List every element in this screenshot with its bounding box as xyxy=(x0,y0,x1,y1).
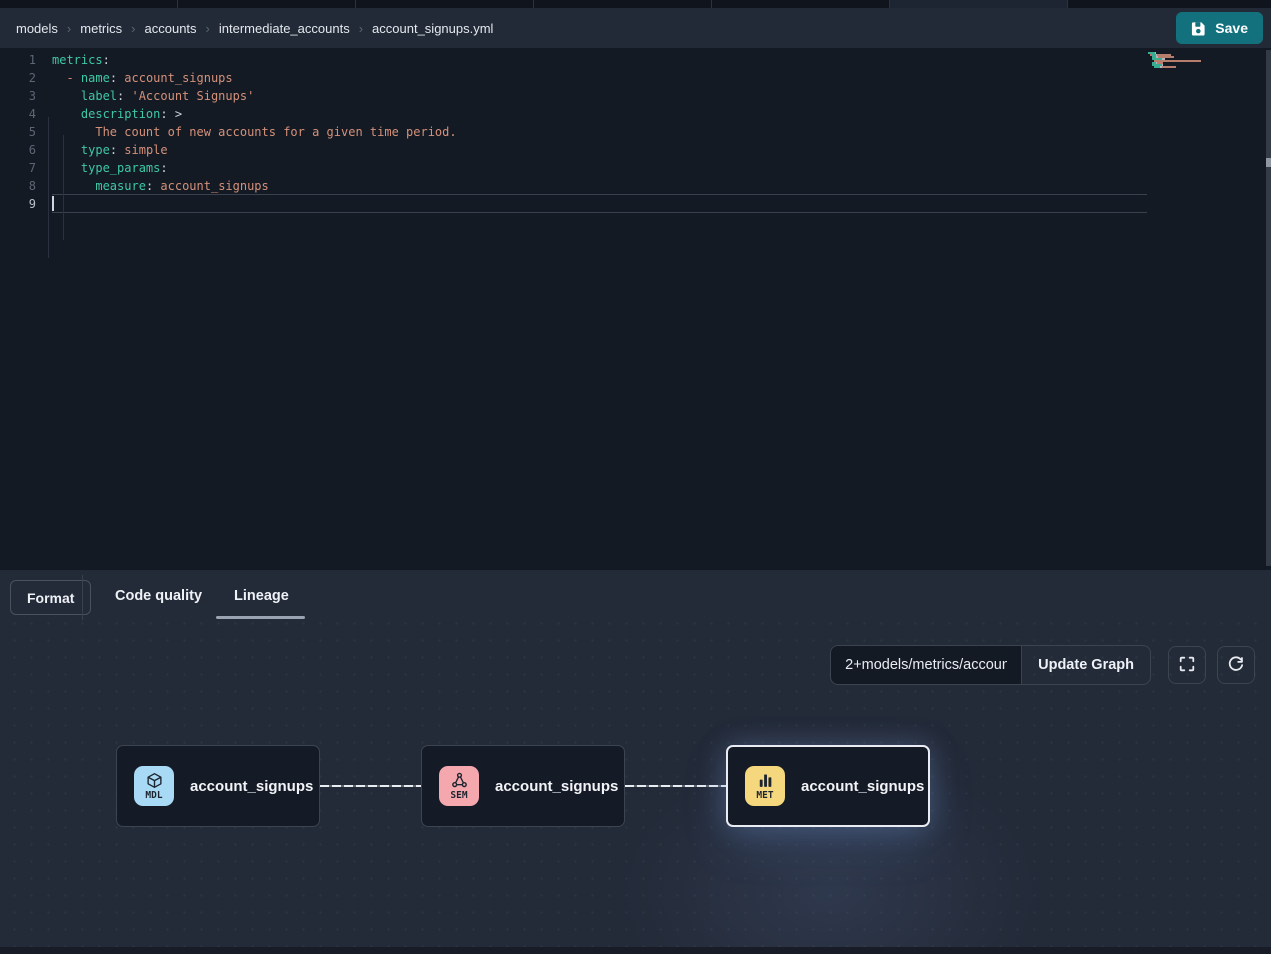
code-line[interactable]: 9 xyxy=(0,195,1271,213)
line-number: 6 xyxy=(0,141,36,159)
code-line[interactable]: 6 type: simple xyxy=(0,141,1271,159)
code-editor[interactable]: 1metrics:2 - name: account_signups3 labe… xyxy=(0,48,1271,570)
update-graph-button[interactable]: Update Graph xyxy=(1021,645,1151,685)
lineage-controls: Update Graph xyxy=(830,645,1255,685)
bottom-edge-strip xyxy=(0,947,1271,954)
save-button[interactable]: Save xyxy=(1176,12,1263,44)
node-label: account_signups xyxy=(190,778,313,795)
refresh-button[interactable] xyxy=(1217,646,1255,684)
indent-guide xyxy=(63,135,64,240)
line-number: 2 xyxy=(0,69,36,87)
code-text: type_params: xyxy=(36,159,168,177)
top-tab-strip xyxy=(0,0,1271,8)
top-tab-segment[interactable] xyxy=(0,0,178,8)
code-text: - name: account_signups xyxy=(36,69,233,87)
tab-code-quality[interactable]: Code quality xyxy=(115,570,202,622)
line-number: 3 xyxy=(0,87,36,105)
sem-badge: SEM xyxy=(439,766,479,806)
badge-label: SEM xyxy=(450,790,467,801)
lineage-node-met[interactable]: MET account_signups xyxy=(726,745,930,827)
code-text: measure: account_signups xyxy=(36,177,269,195)
breadcrumb-item[interactable]: models xyxy=(16,21,58,36)
scrollbar[interactable] xyxy=(1266,50,1271,566)
code-line[interactable]: 7 type_params: xyxy=(0,159,1271,177)
code-line[interactable]: 4 description: > xyxy=(0,105,1271,123)
lineage-edge xyxy=(320,785,422,787)
code-line[interactable]: 8 measure: account_signups xyxy=(0,177,1271,195)
save-button-label: Save xyxy=(1215,20,1248,36)
node-label: account_signups xyxy=(495,778,618,795)
breadcrumb: models › metrics › accounts › intermediate_acc… xyxy=(16,21,493,36)
code-line[interactable]: 3 label: 'Account Signups' xyxy=(0,87,1271,105)
top-tab-segment[interactable] xyxy=(178,0,356,8)
minimap-line xyxy=(1148,68,1210,70)
code-line[interactable]: 2 - name: account_signups xyxy=(0,69,1271,87)
breadcrumb-separator-icon: › xyxy=(131,21,135,36)
breadcrumb-separator-icon: › xyxy=(206,21,210,36)
breadcrumb-separator-icon: › xyxy=(359,21,363,36)
panel-tabs: Code quality Lineage xyxy=(115,570,289,622)
code-text: The count of new accounts for a given ti… xyxy=(36,123,457,141)
text-cursor xyxy=(52,196,54,211)
breadcrumb-item[interactable]: account_signups.yml xyxy=(372,21,493,36)
floppy-disk-icon xyxy=(1191,21,1206,36)
line-number: 5 xyxy=(0,123,36,141)
code-line[interactable]: 5 The count of new accounts for a given … xyxy=(0,123,1271,141)
code-line[interactable]: 1metrics: xyxy=(0,51,1271,69)
file-header-bar: models › metrics › accounts › intermediate_acc… xyxy=(0,8,1271,48)
breadcrumb-separator-icon: › xyxy=(67,21,71,36)
tab-lineage[interactable]: Lineage xyxy=(234,570,289,622)
badge-label: MET xyxy=(756,790,773,801)
lineage-node-mdl[interactable]: MDL account_signups xyxy=(116,745,320,827)
breadcrumb-item[interactable]: metrics xyxy=(80,21,122,36)
line-number: 8 xyxy=(0,177,36,195)
fullscreen-button[interactable] xyxy=(1168,646,1206,684)
line-number: 9 xyxy=(0,195,36,213)
lineage-edge xyxy=(625,785,727,787)
code-text: type: simple xyxy=(36,141,168,159)
bar-chart-icon xyxy=(757,772,774,789)
line-number: 1 xyxy=(0,51,36,69)
minimap[interactable] xyxy=(1148,52,1210,70)
breadcrumb-item[interactable]: accounts xyxy=(145,21,197,36)
refresh-icon xyxy=(1227,655,1245,676)
met-badge: MET xyxy=(745,766,785,806)
bottom-panel: Format Code quality Lineage Update Graph xyxy=(0,570,1271,954)
code-text: description: > xyxy=(36,105,182,123)
expand-icon xyxy=(1178,655,1196,676)
lineage-node-sem[interactable]: SEM account_signups xyxy=(421,745,625,827)
line-number: 7 xyxy=(0,159,36,177)
format-button[interactable]: Format xyxy=(10,580,91,615)
cube-icon xyxy=(146,772,163,789)
badge-label: MDL xyxy=(145,790,162,801)
network-icon xyxy=(451,772,468,789)
lineage-filter-input[interactable] xyxy=(830,645,1022,685)
top-tab-segment[interactable] xyxy=(1068,0,1271,8)
top-tab-segment[interactable] xyxy=(890,0,1068,8)
top-tab-segment[interactable] xyxy=(534,0,712,8)
code-text: metrics: xyxy=(36,51,110,69)
line-number: 4 xyxy=(0,105,36,123)
mdl-badge: MDL xyxy=(134,766,174,806)
node-label: account_signups xyxy=(801,778,924,795)
code-text xyxy=(36,195,52,213)
panel-divider xyxy=(82,575,83,620)
scrollbar-marker xyxy=(1266,158,1271,167)
lineage-canvas[interactable]: Update Graph MDLacco xyxy=(0,622,1271,947)
code-text: label: 'Account Signups' xyxy=(36,87,254,105)
code-lines: 1metrics:2 - name: account_signups3 labe… xyxy=(0,51,1271,213)
breadcrumb-item[interactable]: intermediate_accounts xyxy=(219,21,350,36)
top-tab-segment[interactable] xyxy=(356,0,534,8)
indent-guide xyxy=(48,117,49,258)
top-tab-segment[interactable] xyxy=(712,0,890,8)
